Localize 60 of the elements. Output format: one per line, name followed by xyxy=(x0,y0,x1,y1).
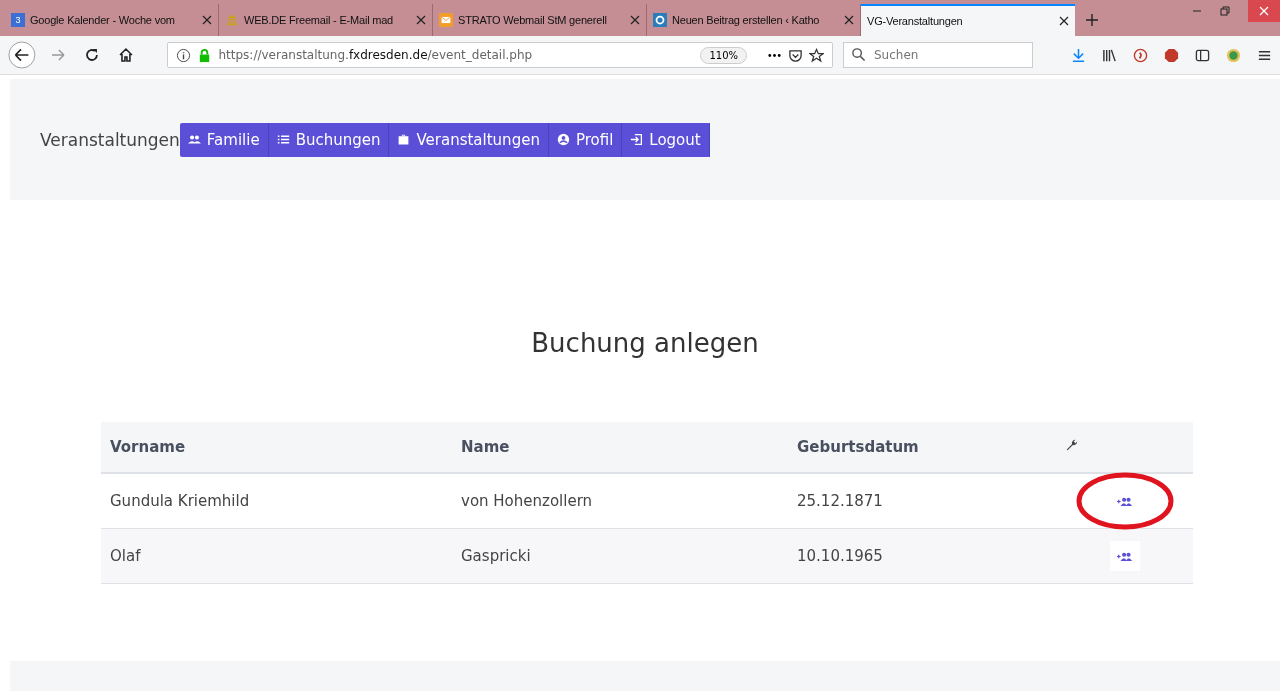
browser-tab[interactable]: VG-Veranstaltungen xyxy=(861,4,1075,36)
close-icon[interactable] xyxy=(630,15,640,25)
download-icon[interactable] xyxy=(1071,47,1086,63)
wrench-icon xyxy=(1065,438,1079,452)
restore-icon[interactable] xyxy=(1220,6,1230,16)
brand-text[interactable]: Veranstaltungen xyxy=(40,129,180,150)
briefcase-icon xyxy=(397,133,411,146)
people-icon xyxy=(187,133,201,146)
close-window-button[interactable] xyxy=(1248,0,1280,22)
close-icon[interactable] xyxy=(1059,16,1069,26)
building-icon xyxy=(225,13,239,27)
table-cell: von Hohenzollern xyxy=(452,473,788,529)
nav-button[interactable]: Familie xyxy=(179,122,269,157)
add-person-button[interactable] xyxy=(1109,541,1140,571)
address-bar[interactable]: https://veranstaltung.fxdresden.de/event_detail.php 110% xyxy=(167,42,833,68)
tab-title: Neuen Beitrag erstellen ‹ Katho xyxy=(672,14,821,26)
url-text: https://veranstaltung.fxdresden.de/event_detail.php xyxy=(218,48,534,62)
column-header: Vorname xyxy=(101,422,452,473)
home-icon[interactable] xyxy=(117,47,134,63)
library-icon[interactable] xyxy=(1102,47,1117,63)
close-icon[interactable] xyxy=(202,15,212,25)
info-icon[interactable] xyxy=(176,47,192,63)
zoom-badge[interactable]: 110% xyxy=(700,46,747,64)
nav-button[interactable]: Veranstaltungen xyxy=(389,122,549,157)
tab-title: VG-Veranstaltungen xyxy=(867,15,964,27)
nav-button[interactable]: Logout xyxy=(622,122,710,157)
close-icon[interactable] xyxy=(416,15,426,25)
table-cell: Gundula Kriemhild xyxy=(101,473,452,529)
tab-title: WEB.DE Freemail - E-Mail mad xyxy=(244,14,395,26)
reload-icon[interactable] xyxy=(83,47,100,63)
nav-button[interactable]: Buchungen xyxy=(268,122,390,157)
page-heading: Buchung anlegen xyxy=(530,328,760,360)
extension-icon[interactable] xyxy=(1133,47,1148,63)
table-cell: Gaspricki xyxy=(452,528,788,584)
add-people-icon xyxy=(1116,495,1133,507)
sidebar-icon[interactable] xyxy=(1195,47,1210,63)
back-icon[interactable] xyxy=(8,41,36,69)
calendar-icon: 3 xyxy=(11,13,25,27)
add-people-icon xyxy=(1116,550,1133,562)
close-icon xyxy=(1259,6,1269,16)
table-cell: 10.10.1965 xyxy=(788,528,1056,584)
logout-icon xyxy=(630,133,644,146)
table-cell: 25.12.1871 xyxy=(788,473,1056,529)
tab-title: STRATO Webmail StM generell xyxy=(458,14,608,26)
pocket-icon[interactable] xyxy=(788,47,803,63)
adblock-icon[interactable] xyxy=(1164,47,1179,63)
close-icon[interactable] xyxy=(844,15,854,25)
star-icon[interactable] xyxy=(809,47,824,63)
nav-button[interactable]: Profil xyxy=(548,122,623,157)
tab-title: Google Kalender - Woche vom xyxy=(30,14,176,26)
column-header: Name xyxy=(452,422,788,473)
search-field[interactable]: Suchen xyxy=(843,42,1033,68)
table-cell: Olaf xyxy=(101,528,452,584)
new-tab-icon[interactable] xyxy=(1085,13,1099,27)
user-circle-icon xyxy=(556,133,570,146)
search-icon xyxy=(851,47,866,62)
envelope-icon xyxy=(439,13,453,27)
list-icon xyxy=(276,133,290,146)
forward-icon[interactable] xyxy=(49,47,66,63)
column-header: Geburtsdatum xyxy=(788,422,1056,473)
